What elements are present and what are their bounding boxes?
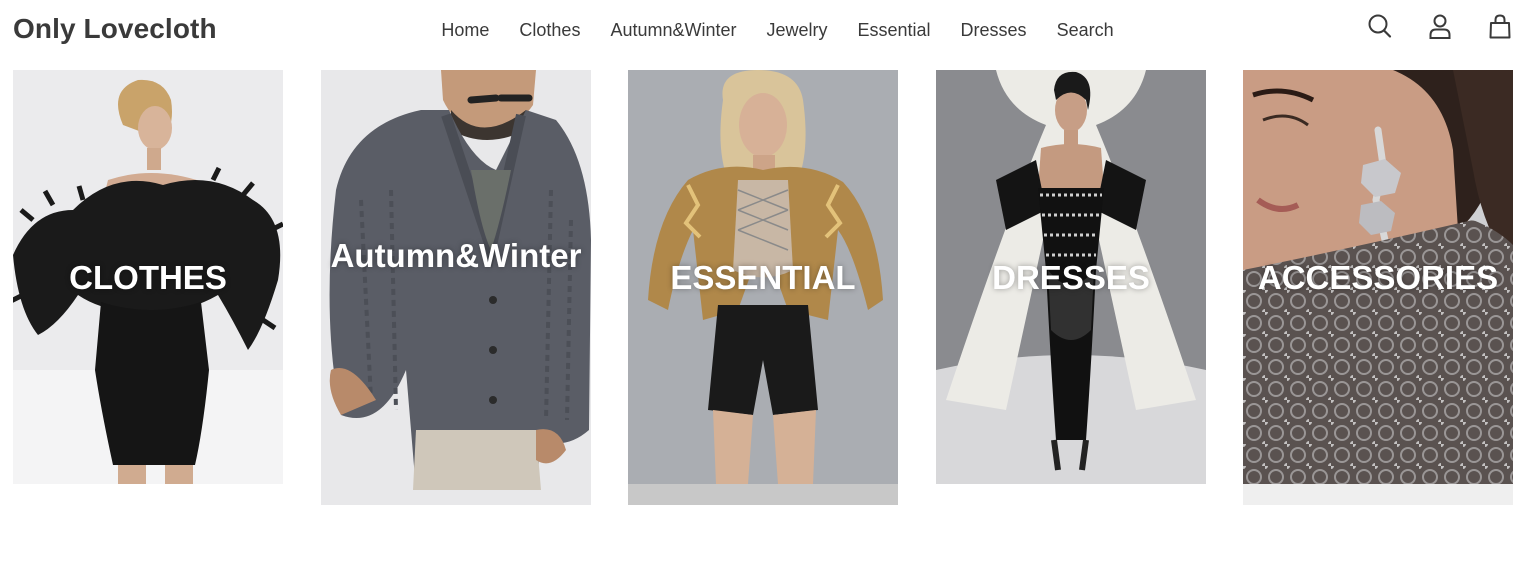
category-card-accessories[interactable]: ACCESSORIES — [1243, 70, 1513, 505]
category-label-essential: ESSENTIAL — [670, 259, 856, 296]
category-card-clothes[interactable]: CLOTHES — [13, 70, 283, 484]
category-label-clothes: CLOTHES — [69, 259, 227, 296]
nav-home[interactable]: Home — [441, 19, 489, 41]
nav-autumn-winter[interactable]: Autumn&Winter — [610, 19, 736, 41]
account-icon[interactable] — [1427, 12, 1453, 40]
nav-jewelry[interactable]: Jewelry — [766, 19, 827, 41]
search-icon[interactable] — [1367, 12, 1393, 40]
category-image-autumn-winter — [321, 70, 591, 505]
site-header: Only Lovecloth Home Clothes Autumn&Winte… — [0, 0, 1527, 60]
category-card-autumn-winter[interactable]: Autumn&Winter — [321, 70, 591, 505]
category-label-dresses: DRESSES — [992, 259, 1150, 296]
header-icons — [1367, 12, 1513, 40]
nav-essential[interactable]: Essential — [858, 19, 931, 41]
category-label-accessories: ACCESSORIES — [1257, 259, 1499, 296]
cart-icon[interactable] — [1487, 12, 1513, 40]
category-card-dresses[interactable]: DRESSES — [936, 70, 1206, 484]
main-nav: Home Clothes Autumn&Winter Jewelry Essen… — [0, 19, 1527, 41]
nav-clothes[interactable]: Clothes — [519, 19, 580, 41]
nav-search[interactable]: Search — [1057, 19, 1114, 41]
category-label-autumn-winter: Autumn&Winter — [330, 237, 582, 274]
nav-dresses[interactable]: Dresses — [961, 19, 1027, 41]
category-card-essential[interactable]: ESSENTIAL — [628, 70, 898, 505]
category-grid: CLOTHES Autumn&Winter ESSENTIAL DRESSES … — [13, 70, 1513, 510]
